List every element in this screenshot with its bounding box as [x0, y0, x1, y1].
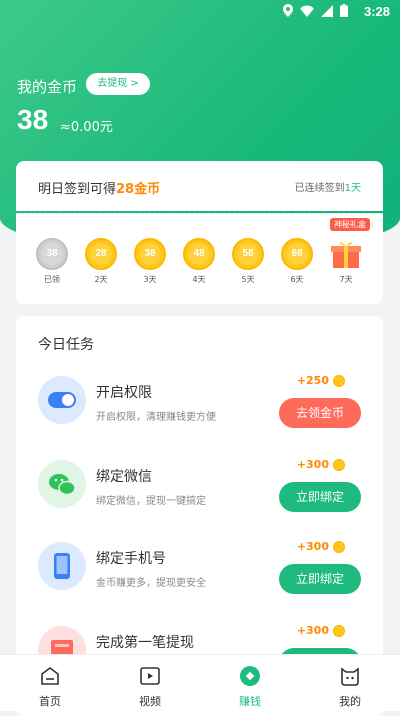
task-reward: +300 [297, 624, 345, 637]
wechat-icon [38, 460, 86, 508]
task-item: 绑定微信 绑定微信，提现一键搞定 +300 立即绑定 [16, 458, 383, 540]
tasks-title: 今日任务 [38, 337, 94, 353]
bind-phone-button[interactable]: 立即绑定 [279, 564, 361, 594]
tomorrow-reward: 明日签到可得28金币 [38, 182, 161, 197]
checkin-day[interactable]: 7天 [328, 238, 364, 285]
checkin-day[interactable]: 38 已领 [34, 238, 70, 285]
coin-value: ≈0.00元 [60, 120, 113, 135]
coin-icon [333, 374, 345, 387]
claim-coins-button[interactable]: 去领金币 [279, 398, 361, 428]
task-item: 开启权限 开启权限，清理赚钱更方便 +250 去领金币 [16, 374, 383, 456]
video-icon [140, 667, 160, 685]
bind-wechat-button[interactable]: 立即绑定 [279, 482, 361, 512]
gift-badge: 神秘礼盒 [330, 218, 370, 231]
coin-icon: 48 [183, 238, 215, 270]
coin-icon: 58 [232, 238, 264, 270]
coin-icon [333, 624, 345, 637]
coin-label: 我的金币 [17, 78, 78, 96]
coin-count: 38 [17, 104, 49, 135]
location-icon [283, 4, 293, 17]
task-reward: +300 [297, 458, 345, 471]
checkin-calendar: 38 已领 28 2天 38 3天 48 4天 58 5天 68 6天 神秘礼盒 7天 [16, 213, 383, 304]
checkin-day[interactable]: 58 5天 [230, 238, 266, 285]
checkin-day[interactable]: 28 2天 [83, 238, 119, 285]
coin-icon [333, 458, 345, 471]
status-bar: 3:28 [0, 0, 400, 24]
coin-icon: 28 [85, 238, 117, 270]
tab-profile[interactable]: 我的 [300, 655, 400, 711]
phone-icon [38, 542, 86, 590]
task-reward: +250 [297, 374, 345, 387]
earn-icon [240, 666, 260, 686]
coin-icon: 38 [36, 238, 68, 270]
checkin-summary: 明日签到可得28金币 已连续签到1天 [16, 161, 383, 211]
checkin-day[interactable]: 38 3天 [132, 238, 168, 285]
tab-home[interactable]: 首页 [0, 655, 100, 711]
bottom-tab-bar: 首页 视频 赚钱 我的 [0, 654, 400, 711]
profile-icon [341, 667, 359, 686]
task-reward: +300 [297, 540, 345, 553]
signal-icon [321, 4, 333, 17]
gift-icon [331, 241, 361, 268]
checkin-day[interactable]: 48 4天 [181, 238, 217, 285]
battery-icon [340, 4, 348, 17]
coin-icon: 68 [281, 238, 313, 270]
tab-video[interactable]: 视频 [100, 655, 200, 711]
coin-icon [333, 540, 345, 553]
streak-info: 已连续签到1天 [294, 183, 361, 194]
task-item: 绑定手机号 金币赚更多，提现更安全 +300 立即绑定 [16, 540, 383, 622]
tab-earn[interactable]: 赚钱 [200, 655, 300, 711]
coin-icon: 38 [134, 238, 166, 270]
home-icon [41, 667, 59, 685]
withdraw-button[interactable]: 去提现 > [86, 73, 150, 95]
checkin-day[interactable]: 68 6天 [279, 238, 315, 285]
clock: 3:28 [363, 4, 390, 19]
toggle-icon [38, 376, 86, 424]
wifi-icon [300, 5, 314, 17]
